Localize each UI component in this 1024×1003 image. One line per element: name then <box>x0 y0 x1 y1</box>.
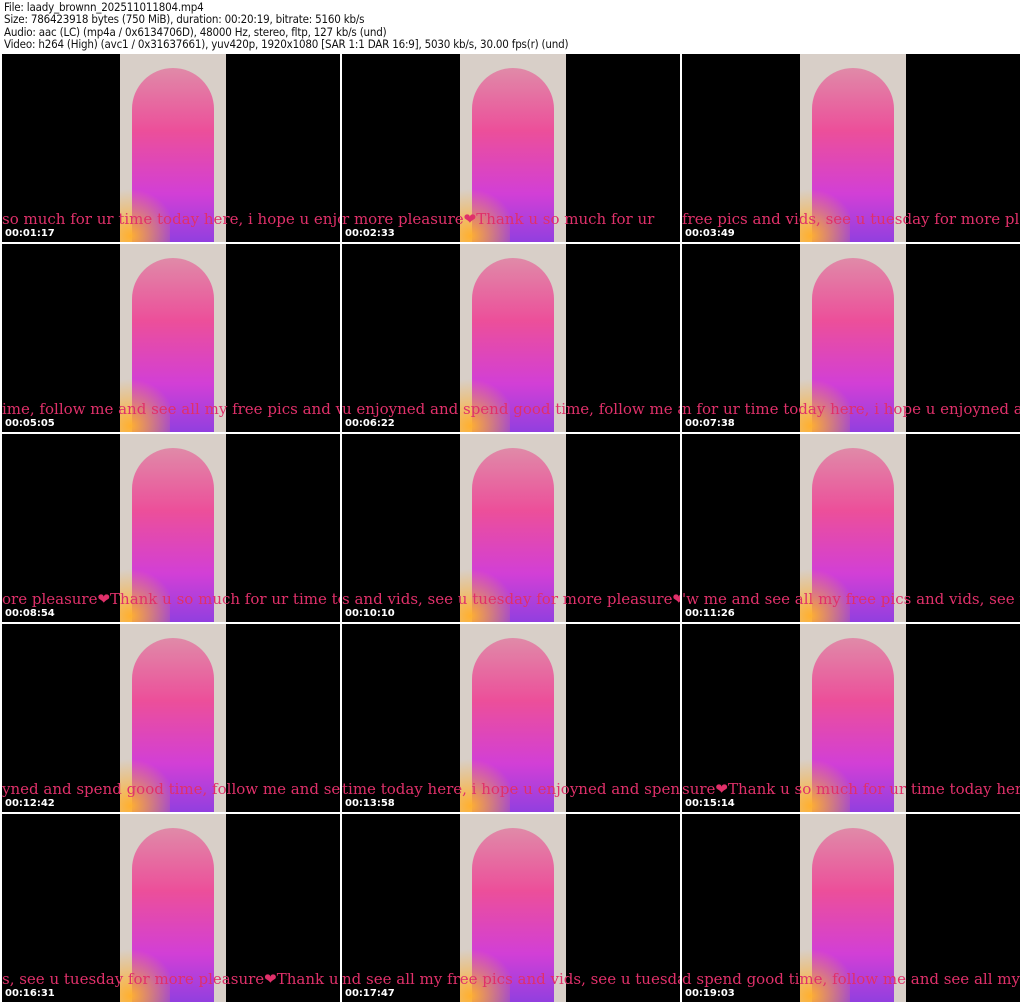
caption-overlay: yned and spend good time, follow me and … <box>2 780 340 798</box>
timestamp: 00:12:42 <box>5 798 55 809</box>
timestamp: 00:16:31 <box>5 988 55 999</box>
thumbnail-cell: s and vids, see u tuesday for more pleas… <box>342 434 680 622</box>
caption-overlay: s and vids, see u tuesday for more pleas… <box>342 590 680 608</box>
thumbnail-cell: n for ur time today here, i hope u enjoy… <box>682 244 1020 432</box>
thumbnail-cell: d spend good time, follow me and see all… <box>682 814 1020 1002</box>
timestamp: 00:08:54 <box>5 608 55 619</box>
caption-overlay: s, see u tuesday for more pleasure❤Thank… <box>2 970 339 988</box>
caption-overlay: free pics and vids, see u tuesday for mo… <box>682 210 1020 228</box>
timestamp: 00:10:10 <box>345 608 395 619</box>
caption-overlay: time today here, i hope u enjoyned and s… <box>342 780 680 798</box>
thumbnail-cell: time today here, i hope u enjoyned and s… <box>342 624 680 812</box>
caption-overlay: nd see all my free pics and vids, see u … <box>342 970 680 988</box>
timestamp: 00:11:26 <box>685 608 735 619</box>
caption-overlay: so much for ur time today here, i hope u… <box>2 210 340 228</box>
thumbnail-cell: ime, follow me and see all my free pics … <box>2 244 340 432</box>
thumbnail-cell: u enjoyned and spend good time, follow m… <box>342 244 680 432</box>
caption-overlay: u enjoyned and spend good time, follow m… <box>342 400 680 418</box>
thumbnail-cell: nd see all my free pics and vids, see u … <box>342 814 680 1002</box>
caption-overlay: r more pleasure❤Thank u so much for ur <box>342 210 655 228</box>
timestamp: 00:13:58 <box>345 798 395 809</box>
thumbnail-cell: free pics and vids, see u tuesday for mo… <box>682 54 1020 242</box>
video-info: Video: h264 (High) (avc1 / 0x31637661), … <box>4 37 569 52</box>
timestamp: 00:01:17 <box>5 228 55 239</box>
caption-overlay: 'w me and see all my free pics and vids,… <box>682 590 1020 608</box>
thumbnail-cell: r more pleasure❤Thank u so much for ur 00… <box>342 54 680 242</box>
caption-overlay: sure❤Thank u so much for ur time today h… <box>682 780 1020 798</box>
caption-overlay: ore pleasure❤Thank u so much for ur time… <box>2 590 340 608</box>
timestamp: 00:19:03 <box>685 988 735 999</box>
thumbnail-cell: yned and spend good time, follow me and … <box>2 624 340 812</box>
thumbnail-cell: s, see u tuesday for more pleasure❤Thank… <box>2 814 340 1002</box>
timestamp: 00:17:47 <box>345 988 395 999</box>
timestamp: 00:05:05 <box>5 418 55 429</box>
file-size-info: Size: 786423918 bytes (750 MiB), duratio… <box>4 12 365 27</box>
caption-overlay: ime, follow me and see all my free pics … <box>2 400 340 418</box>
caption-overlay: n for ur time today here, i hope u enjoy… <box>682 400 1020 418</box>
caption-overlay: d spend good time, follow me and see all… <box>682 970 1020 988</box>
thumbnail-cell: so much for ur time today here, i hope u… <box>2 54 340 242</box>
timestamp: 00:02:33 <box>345 228 395 239</box>
timestamp: 00:06:22 <box>345 418 395 429</box>
timestamp: 00:03:49 <box>685 228 735 239</box>
file-info-header: File: laady_brownn_202511011804.mp4 Size… <box>4 1 569 52</box>
thumbnail-cell: 'w me and see all my free pics and vids,… <box>682 434 1020 622</box>
thumbnail-cell: sure❤Thank u so much for ur time today h… <box>682 624 1020 812</box>
timestamp: 00:07:38 <box>685 418 735 429</box>
timestamp: 00:15:14 <box>685 798 735 809</box>
thumbnail-cell: ore pleasure❤Thank u so much for ur time… <box>2 434 340 622</box>
